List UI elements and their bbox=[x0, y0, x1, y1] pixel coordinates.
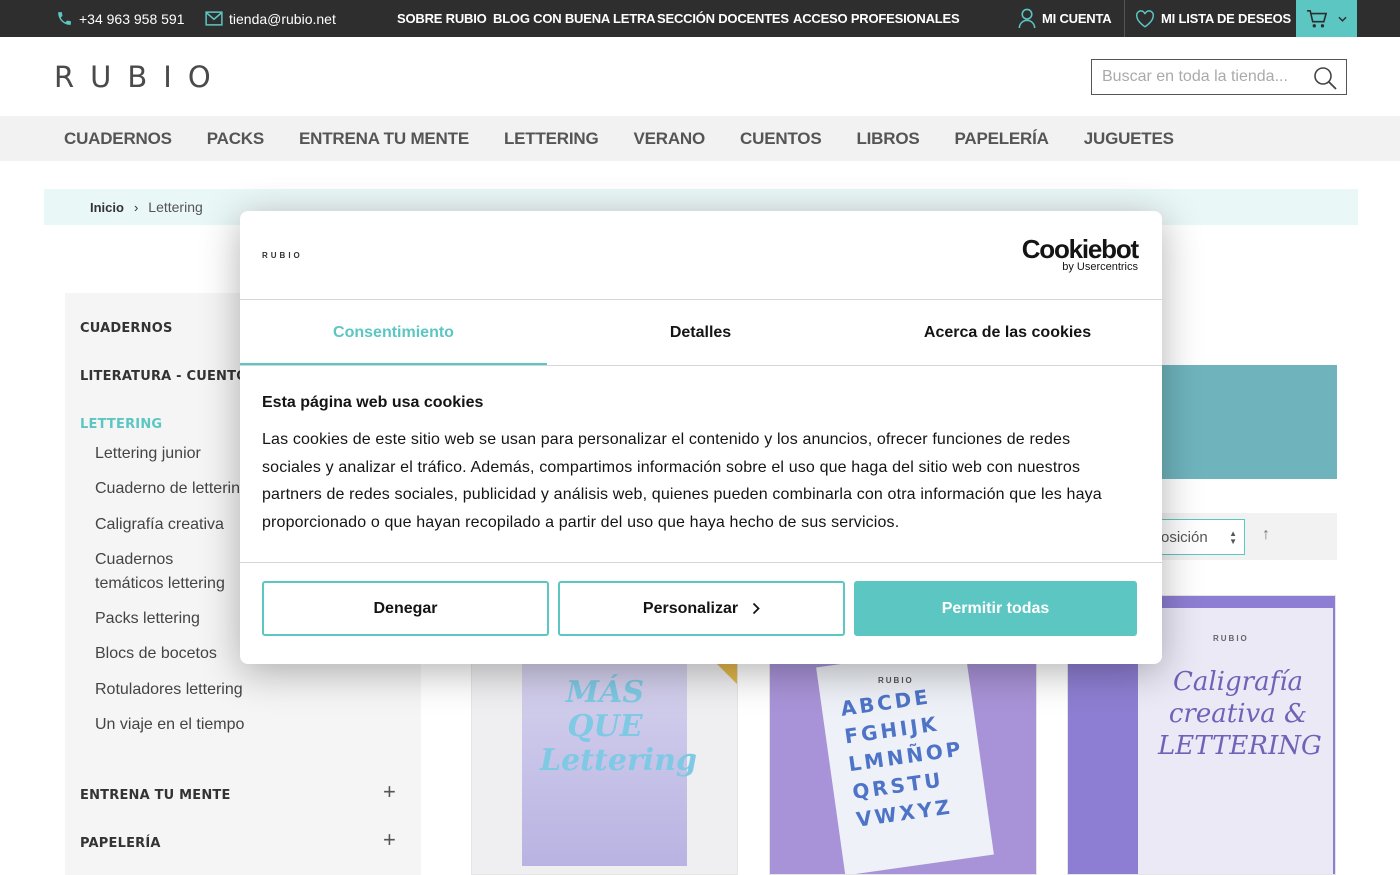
sort-select-value: osición bbox=[1161, 528, 1208, 546]
expand-papeleria-icon[interactable]: + bbox=[383, 827, 396, 853]
nav-item-entrena[interactable]: ENTRENA TU MENTE bbox=[299, 129, 469, 149]
top-bar: +34 963 958 591 tienda@rubio.net SOBRE R… bbox=[0, 0, 1400, 37]
nav-item-packs[interactable]: PACKS bbox=[207, 129, 264, 149]
phone-link[interactable]: +34 963 958 591 bbox=[56, 0, 185, 37]
nav-item-cuentos[interactable]: CUENTOS bbox=[740, 129, 822, 149]
deny-button[interactable]: Denegar bbox=[262, 581, 549, 636]
sidebar-item-cuadernos-tematicos[interactable]: Cuadernos temáticos lettering bbox=[95, 548, 245, 596]
dialog-body: Esta página web usa cookies Las cookies … bbox=[262, 394, 1132, 536]
nav-item-verano[interactable]: VERANO bbox=[634, 129, 706, 149]
dialog-tabs: Consentimiento Detalles Acerca de las co… bbox=[240, 300, 1162, 366]
sidebar-item-rotuladores[interactable]: Rotuladores lettering bbox=[95, 678, 243, 702]
cookiebot-logo: Cookiebot by Usercentrics bbox=[1021, 234, 1140, 273]
email-link[interactable]: tienda@rubio.net bbox=[205, 0, 336, 37]
account-link[interactable]: MI CUENTA bbox=[1018, 0, 1112, 37]
top-link-sobre-rubio[interactable]: SOBRE RUBIO bbox=[397, 0, 487, 37]
search-input[interactable] bbox=[1092, 68, 1302, 86]
account-label: MI CUENTA bbox=[1042, 11, 1112, 26]
product-brand: RUBIO bbox=[1213, 634, 1249, 643]
category-banner bbox=[1160, 365, 1337, 479]
customize-button[interactable]: Personalizar bbox=[558, 581, 845, 636]
breadcrumb-current: Lettering bbox=[148, 199, 203, 215]
email-address: tienda@rubio.net bbox=[229, 10, 336, 27]
sidebar-cat-lettering[interactable]: LETTERING bbox=[80, 417, 162, 432]
sidebar-item-cuaderno-lettering[interactable]: Cuaderno de lettering bbox=[95, 477, 249, 501]
sidebar-item-packs-lettering[interactable]: Packs lettering bbox=[95, 607, 200, 631]
nav-item-lettering[interactable]: LETTERING bbox=[504, 129, 599, 149]
sidebar-item-caligrafia[interactable]: Caligrafía creativa bbox=[95, 513, 224, 537]
sidebar-cat-cuadernos[interactable]: CUADERNOS bbox=[80, 321, 173, 336]
sidebar-item-lettering-junior[interactable]: Lettering junior bbox=[95, 442, 201, 466]
nav-item-libros[interactable]: LIBROS bbox=[856, 129, 919, 149]
dialog-brand-logo: RUBIO bbox=[262, 251, 303, 260]
top-link-docentes[interactable]: SECCIÓN DOCENTES bbox=[657, 0, 789, 37]
search-icon[interactable] bbox=[1313, 66, 1337, 90]
product-cover-art: MÁS QUE Lettering bbox=[540, 675, 697, 778]
expand-entrena-icon[interactable]: + bbox=[383, 779, 396, 805]
search-box bbox=[1091, 59, 1347, 95]
sort-direction-icon[interactable]: ↑ bbox=[1262, 526, 1270, 544]
tab-consentimiento[interactable]: Consentimiento bbox=[240, 300, 547, 366]
allow-all-button-label: Permitir todas bbox=[941, 599, 1050, 617]
sidebar-item-blocs[interactable]: Blocs de bocetos bbox=[95, 642, 217, 666]
breadcrumb-separator: › bbox=[133, 199, 139, 215]
chevron-right-icon bbox=[752, 602, 760, 615]
top-link-profesionales[interactable]: ACCESO PROFESIONALES bbox=[793, 0, 960, 37]
topbar-divider bbox=[1124, 0, 1125, 37]
chevron-down-icon bbox=[1338, 16, 1347, 22]
heart-icon bbox=[1136, 9, 1154, 28]
dialog-heading: Esta página web usa cookies bbox=[262, 394, 484, 411]
product-cover-art: ABCDE FGHIJK LMNÑOP QRSTU VWXYZ bbox=[839, 684, 965, 832]
cookiebot-wordmark: Cookiebot bbox=[1021, 234, 1140, 264]
sidebar-cat-literatura[interactable]: LITERATURA - CUENTOS bbox=[80, 369, 257, 384]
phone-number: +34 963 958 591 bbox=[79, 10, 185, 27]
phone-icon bbox=[58, 12, 71, 25]
cart-icon bbox=[1307, 9, 1328, 27]
customize-button-label: Personalizar bbox=[642, 599, 739, 617]
allow-all-button[interactable]: Permitir todas bbox=[854, 581, 1137, 636]
sidebar-cat-entrena[interactable]: ENTRENA TU MENTE bbox=[80, 788, 231, 803]
dialog-divider bbox=[240, 365, 1162, 366]
select-arrows-icon: ▲ ▼ bbox=[1229, 529, 1237, 546]
sort-select[interactable]: osición ▲ ▼ bbox=[1160, 519, 1245, 555]
mail-icon bbox=[205, 11, 223, 26]
product-cover-art: Caligrafía creativa & LETTERING bbox=[1158, 667, 1322, 761]
dialog-text: Las cookies de este sitio web se usan pa… bbox=[262, 431, 1102, 531]
nav-item-papeleria[interactable]: PAPELERÍA bbox=[955, 129, 1049, 149]
tab-detalles[interactable]: Detalles bbox=[547, 300, 854, 366]
cart-button[interactable] bbox=[1296, 0, 1357, 37]
site-logo[interactable]: RUBIO bbox=[54, 60, 227, 94]
sidebar-item-viaje-tiempo[interactable]: Un viaje en el tiempo bbox=[95, 713, 244, 737]
main-nav: CUADERNOS PACKS ENTRENA TU MENTE LETTERI… bbox=[0, 116, 1400, 161]
wishlist-link[interactable]: MI LISTA DE DESEOS bbox=[1135, 0, 1291, 37]
dialog-divider bbox=[240, 562, 1162, 563]
cookie-consent-dialog: RUBIO Cookiebot by Usercentrics Consenti… bbox=[240, 211, 1162, 664]
nav-item-cuadernos[interactable]: CUADERNOS bbox=[64, 129, 172, 149]
nav-item-juguetes[interactable]: JUGUETES bbox=[1084, 129, 1174, 149]
top-link-blog[interactable]: BLOG CON BUENA LETRA bbox=[493, 0, 656, 37]
deny-button-label: Denegar bbox=[373, 599, 438, 617]
sidebar-cat-papeleria[interactable]: PAPELERÍA bbox=[80, 836, 161, 851]
product-brand: RUBIO bbox=[878, 676, 914, 685]
user-icon bbox=[1018, 8, 1036, 29]
tab-acerca-cookies[interactable]: Acerca de las cookies bbox=[854, 300, 1161, 366]
wishlist-label: MI LISTA DE DESEOS bbox=[1161, 11, 1292, 26]
breadcrumb-home[interactable]: Inicio bbox=[90, 200, 124, 215]
